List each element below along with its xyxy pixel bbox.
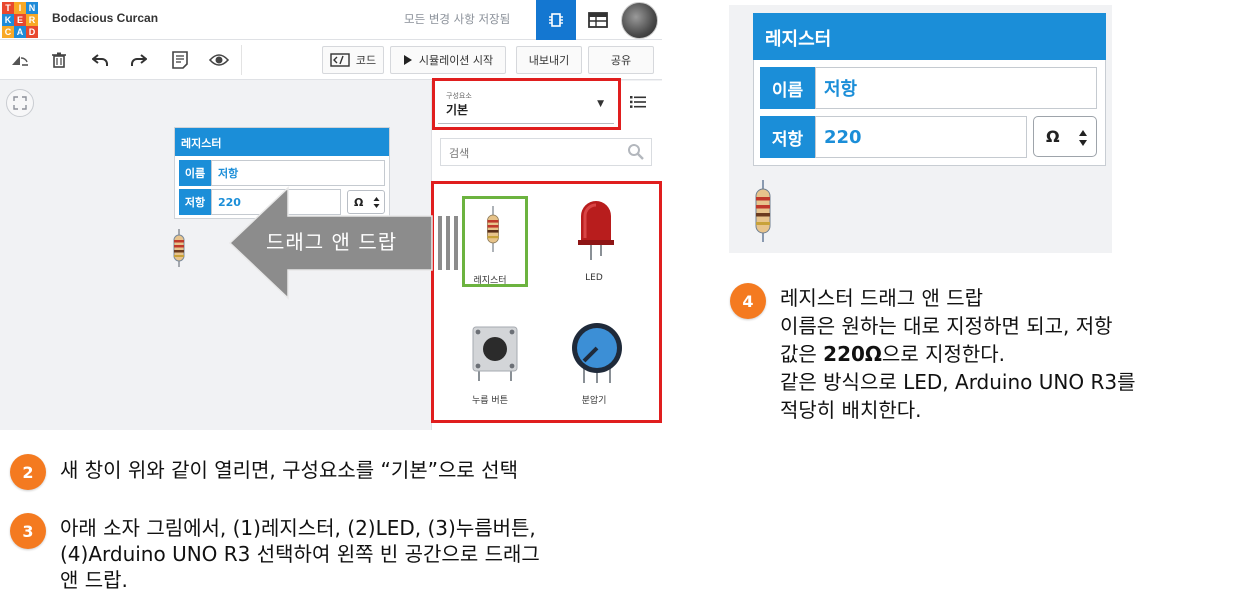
step-4-badge: 4 <box>730 283 766 319</box>
zoomed-resistor-icon <box>755 180 771 242</box>
zoomed-name-input[interactable]: 저항 <box>815 67 1097 109</box>
component-search[interactable]: 검색 <box>440 138 652 166</box>
zoomed-unit-value: Ω <box>1046 127 1060 146</box>
fit-view-icon[interactable] <box>6 89 34 117</box>
notes-icon[interactable] <box>168 48 192 72</box>
step-4-text: 레지스터 드래그 앤 드랍 이름은 원하는 대로 지정하면 되고, 저항 값은 … <box>780 284 1135 424</box>
resistor-card-title: 레지스터 <box>175 128 389 156</box>
play-icon <box>403 55 412 65</box>
step-4-line-4: 같은 방식으로 LED, Arduino UNO R3를 <box>780 370 1136 394</box>
name-label: 이름 <box>179 160 211 186</box>
tinkercad-logo[interactable]: TINKERCAD <box>2 2 38 38</box>
zoomed-card-title: 레지스터 <box>753 13 1106 60</box>
logo-letter: D <box>26 26 38 38</box>
list-view-icon[interactable] <box>630 93 646 112</box>
logo-letter: A <box>14 26 26 38</box>
logo-letter: E <box>14 14 26 26</box>
chip-icon <box>549 13 563 27</box>
step-4-line-5: 적당히 배치한다. <box>780 398 922 422</box>
zoomed-name-label: 이름 <box>760 67 815 109</box>
step-2: 2 새 창이 위와 같이 열리면, 구성요소를 “기본”으로 선택 <box>10 454 518 490</box>
start-simulation-label: 시뮬레이션 시작 <box>418 54 494 67</box>
zoomed-unit-select[interactable]: Ω <box>1033 116 1097 157</box>
logo-letter: R <box>26 14 38 26</box>
search-placeholder: 검색 <box>449 147 470 160</box>
redo-icon[interactable] <box>127 48 151 72</box>
project-name[interactable]: Bodacious Curcan <box>52 11 158 25</box>
code-icon <box>330 53 350 67</box>
resistance-label: 저항 <box>179 189 211 215</box>
zoomed-resistance-label: 저항 <box>760 116 815 158</box>
toolbar-divider <box>241 45 242 75</box>
export-button-label: 내보내기 <box>528 54 570 67</box>
step-4-line-3: 값은 220Ω으로 지정한다. <box>780 340 1135 368</box>
delete-icon[interactable] <box>47 48 71 72</box>
name-row: 이름 저항 <box>179 160 385 186</box>
visibility-icon[interactable] <box>207 48 231 72</box>
step-3-line-3: 앤 드랍. <box>60 568 128 592</box>
zoomed-resistance-row: 저항 220 <box>760 116 1027 158</box>
save-status: 모든 변경 사항 저장됨 <box>404 12 511 26</box>
top-bar: TINKERCAD Bodacious Curcan 모든 변경 사항 저장됨 <box>0 0 662 40</box>
undo-icon[interactable] <box>88 48 112 72</box>
logo-letter: C <box>2 26 14 38</box>
schematic-view-button[interactable] <box>580 0 616 40</box>
zoomed-resistance-input[interactable]: 220 <box>815 116 1027 158</box>
code-button[interactable]: 코드 <box>322 46 384 74</box>
placed-resistor-icon[interactable] <box>171 229 187 267</box>
step-4: 4 레지스터 드래그 앤 드랍 이름은 원하는 대로 지정하면 되고, 저항 값… <box>730 283 1135 424</box>
code-button-label: 코드 <box>355 54 377 67</box>
user-avatar[interactable] <box>621 2 658 39</box>
step-4-line-1: 레지스터 드래그 앤 드랍 <box>780 286 984 310</box>
export-button[interactable]: 내보내기 <box>516 46 582 74</box>
table-icon <box>588 12 608 28</box>
category-select-highlight <box>432 78 621 130</box>
zoomed-name-row: 이름 저항 <box>760 67 1097 109</box>
step-3-badge: 3 <box>10 513 46 549</box>
tinkercad-editor: TINKERCAD Bodacious Curcan 모든 변경 사항 저장됨 <box>0 0 662 430</box>
share-button-label: 공유 <box>610 54 632 67</box>
resistor-selection-highlight <box>462 196 528 287</box>
logo-letter: I <box>14 2 26 14</box>
start-simulation-button[interactable]: 시뮬레이션 시작 <box>390 46 506 74</box>
name-input[interactable]: 저항 <box>211 160 385 186</box>
rotate-icon[interactable] <box>8 48 32 72</box>
step-4-line-2: 이름은 원하는 대로 지정하면 되고, 저항 <box>780 314 1113 338</box>
drag-arrow-label: 드래그 앤 드랍 <box>266 230 398 254</box>
editor-toolbar: 코드 시뮬레이션 시작 내보내기 공유 <box>0 40 662 80</box>
step-4-line-3-prefix: 값은 <box>780 342 824 366</box>
step-2-badge: 2 <box>10 454 46 490</box>
search-icon <box>628 144 644 160</box>
step-4-line-3-suffix: 으로 지정한다. <box>881 342 1006 366</box>
logo-letter: K <box>2 14 14 26</box>
share-button[interactable]: 공유 <box>588 46 654 74</box>
step-4-resistance-value: 220Ω <box>823 342 882 366</box>
logo-letter: T <box>2 2 14 14</box>
updown-icon <box>1079 130 1087 146</box>
step-3-text: 아래 소자 그림에서, (1)레지스터, (2)LED, (3)누름버튼, (4… <box>60 515 540 593</box>
step-3-line-2: (4)Arduino UNO R3 선택하여 왼쪽 빈 공간으로 드래그 <box>60 542 540 566</box>
circuit-view-button[interactable] <box>536 0 576 40</box>
logo-letter: N <box>26 2 38 14</box>
step-3: 3 아래 소자 그림에서, (1)레지스터, (2)LED, (3)누름버튼, … <box>10 513 540 593</box>
step-3-line-1: 아래 소자 그림에서, (1)레지스터, (2)LED, (3)누름버튼, <box>60 516 536 540</box>
step-2-text: 새 창이 위와 같이 열리면, 구성요소를 “기본”으로 선택 <box>60 458 518 482</box>
